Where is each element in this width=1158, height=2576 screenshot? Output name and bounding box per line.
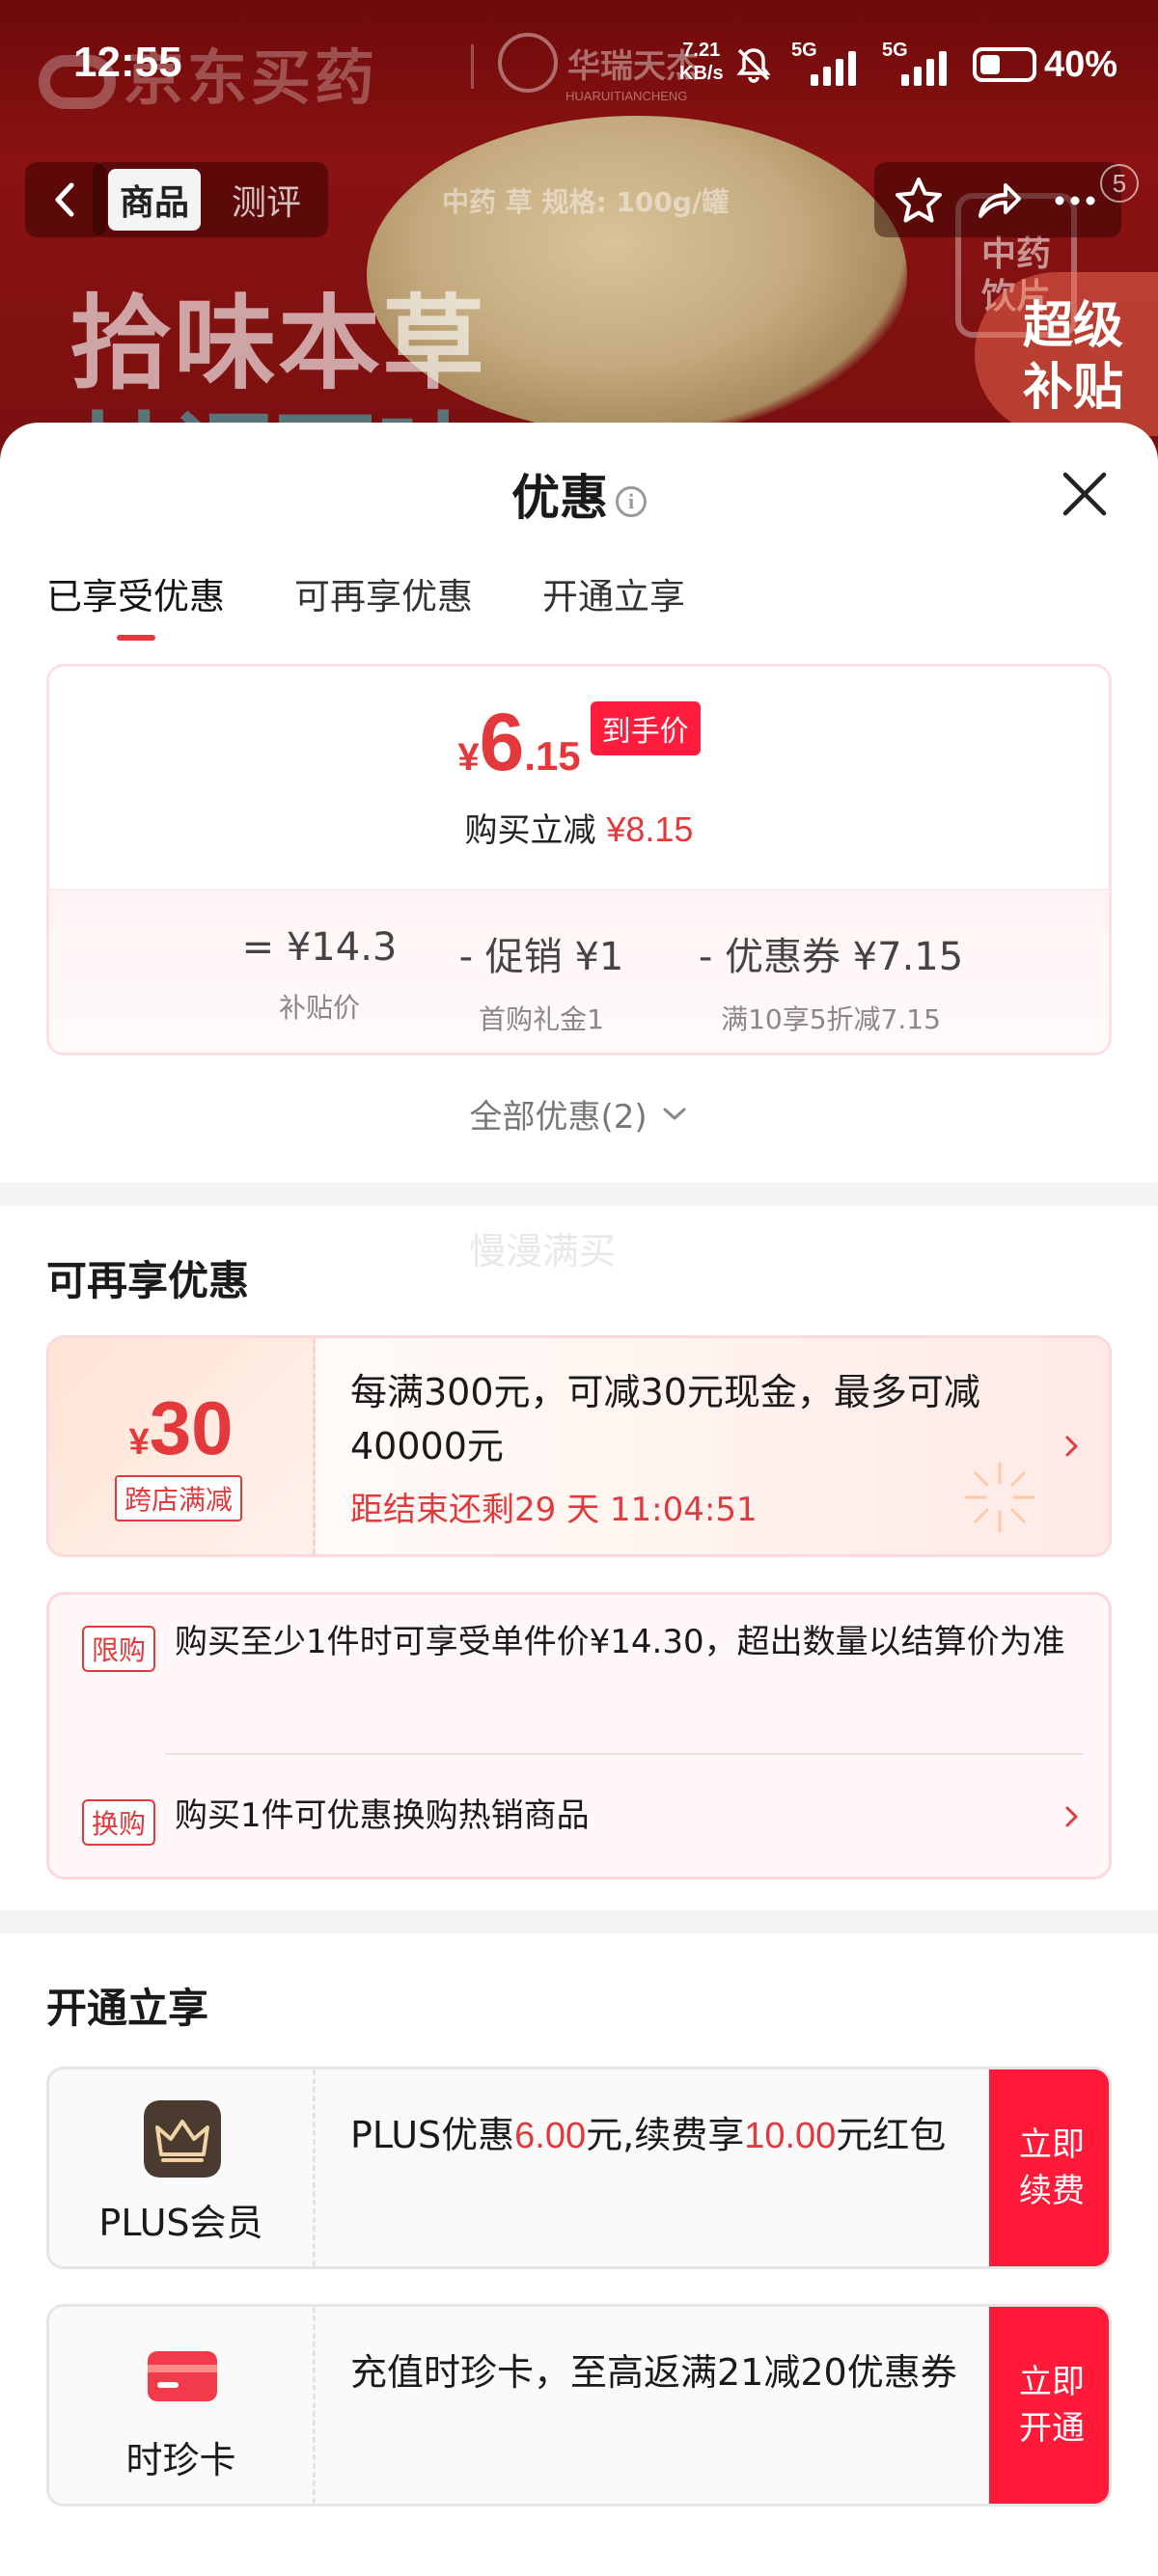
coupon-countdown: 距结束还剩29 天 11:04:51 <box>350 1491 758 1529</box>
plus-member-offer: PLUS会员 PLUS优惠6.00元,续费享10.00元红包 立即 续费 <box>46 2067 1112 2269</box>
price-integer: 6 <box>479 697 525 787</box>
promo-tabs: 已享受优惠 可再享优惠 开通立享 <box>46 567 685 641</box>
purchase-rules: 限购 购买至少1件时可享受单件价¥14.30，超出数量以结算价为准 换购 购买1… <box>46 1592 1112 1879</box>
net-speed: 7.21 KB/s <box>679 39 724 85</box>
plus-member-description: PLUS优惠6.00元,续费享10.00元红包 <box>350 2108 1006 2163</box>
coupon-currency: ¥ <box>128 1422 150 1463</box>
status-time: 12:55 <box>73 39 182 86</box>
all-promotions-toggle[interactable]: 全部优惠(2) <box>0 1090 1158 1137</box>
section-divider <box>0 1910 1158 1933</box>
cross-store-coupon[interactable]: ¥30 跨店满减 每满300元，可减30元现金，最多可减40000元 距结束还剩… <box>46 1335 1112 1557</box>
coupon-amount-value: 30 <box>149 1385 234 1470</box>
tab-product[interactable]: 商品 <box>108 169 202 231</box>
rules-divider <box>165 1753 1084 1755</box>
all-promotions-label: 全部优惠(2) <box>469 1098 648 1137</box>
promotions-sheet: 优惠 i 已享受优惠 可再享优惠 开通立享 ¥6.15到手价 购买立减 ¥8.15… <box>0 423 1158 2576</box>
info-icon[interactable]: i <box>616 486 647 517</box>
card-icon <box>148 2351 217 2401</box>
plus-desc-part-c: 元红包 <box>836 2114 947 2156</box>
plus-discount-amount: 6.00 <box>514 2116 587 2156</box>
status-icons: 5G 5G 40% <box>733 40 1117 89</box>
section-divider <box>0 1183 1158 1206</box>
sparkle-decoration <box>964 1462 1035 1533</box>
instant-discount-amount: ¥8.15 <box>606 809 694 849</box>
product-header-background: 京东买药 华瑞天杰 HUARUITIANCHENG 12:55 7.21 KB/s… <box>0 0 1158 463</box>
signal-1-icon: 5G <box>791 40 865 86</box>
product-tabs: 商品 测评 <box>93 162 329 237</box>
more-icon[interactable] <box>1048 174 1102 228</box>
shizhen-card-description: 充值时珍卡，至高返满21减20优惠券 <box>350 2351 957 2394</box>
battery-percent: 40% <box>1044 43 1118 85</box>
calc-subsidy-label: 补贴价 <box>278 992 360 1024</box>
plus-desc-part-b: 元,续费享 <box>586 2114 745 2156</box>
section-title-more: 可再享优惠 <box>46 1257 250 1304</box>
plus-desc-part-a: PLUS优惠 <box>350 2114 515 2156</box>
price-decimal: .15 <box>524 733 581 779</box>
net-speed-value: 7.21 <box>682 40 721 61</box>
price-breakdown: = ¥14.3 补贴价 - 促销 ¥1 首购礼金1 - 优惠券 ¥7.15 满1… <box>49 889 1109 1053</box>
calc-promotion-label: 首购礼金1 <box>479 1003 604 1035</box>
final-price-section: ¥6.15到手价 购买立减 ¥8.15 <box>49 667 1109 889</box>
battery-icon <box>973 47 1036 82</box>
sheet-title-text: 优惠 <box>511 470 608 526</box>
status-bar: 12:55 7.21 KB/s 5G 5G 40% <box>0 0 1158 131</box>
final-price-card: ¥6.15到手价 购买立减 ¥8.15 = ¥14.3 补贴价 - 促销 ¥1 … <box>46 664 1112 1055</box>
limit-purchase-text: 购买至少1件时可享受单件价¥14.30，超出数量以结算价为准 <box>175 1623 1065 1661</box>
nav-actions <box>874 162 1121 237</box>
tab-enjoyed[interactable]: 已享受优惠 <box>46 567 225 641</box>
chevron-right-icon <box>1065 1436 1078 1457</box>
coupon-amount: ¥30 <box>49 1384 313 1472</box>
net-speed-unit: KB/s <box>679 63 724 84</box>
shizhen-card-offer: 时珍卡 充值时珍卡，至高返满21减20优惠券 立即 开通 <box>46 2304 1112 2507</box>
open-now-button[interactable]: 立即 开通 <box>989 2307 1109 2504</box>
product-spec: 中药 草 规格: 100g/罐 <box>442 186 730 218</box>
calc-promotion-value: - 促销 ¥1 <box>458 935 624 979</box>
close-icon[interactable] <box>1056 465 1114 523</box>
tab-review[interactable]: 测评 <box>220 169 313 231</box>
section-title-open: 开通立享 <box>46 1985 209 2032</box>
sheet-title: 优惠 i <box>0 459 1158 529</box>
final-price-tag: 到手价 <box>590 701 701 755</box>
renew-now-button[interactable]: 立即 续费 <box>989 2069 1109 2266</box>
instant-discount-label: 购买立减 <box>464 811 596 850</box>
plus-member-panel: PLUS会员 <box>49 2069 316 2266</box>
signal-2-icon: 5G <box>882 40 955 86</box>
calc-coupon: - 优惠券 ¥7.15 满10享5折减7.15 <box>667 925 995 1037</box>
shizhen-card-panel: 时珍卡 <box>49 2307 316 2504</box>
trade-in-text[interactable]: 购买1件可优惠换购热销商品 <box>175 1790 1005 1842</box>
product-navbar: 中药 草 规格: 100g/罐 商品 测评 <box>0 158 1158 241</box>
message-count-badge: 5 <box>1100 164 1139 203</box>
super-subsidy-badge: 超级 补贴 <box>975 272 1158 436</box>
plus-red-packet-amount: 10.00 <box>744 2116 837 2156</box>
shizhen-card-name: 时珍卡 <box>125 2439 236 2481</box>
tab-open-enjoy[interactable]: 开通立享 <box>542 567 685 641</box>
coupon-value-panel: ¥30 跨店满减 <box>49 1338 316 1554</box>
plus-member-name: PLUS会员 <box>98 2202 263 2244</box>
chevron-right-icon[interactable] <box>1061 1805 1084 1828</box>
share-icon[interactable] <box>971 174 1025 228</box>
instant-discount: 购买立减 ¥8.15 <box>49 804 1109 851</box>
crown-icon <box>144 2100 221 2178</box>
final-price: ¥6.15到手价 <box>49 696 1109 789</box>
star-icon[interactable] <box>892 174 946 228</box>
coupon-type-badge: 跨店满减 <box>115 1475 243 1521</box>
mute-icon <box>733 44 774 85</box>
chevron-down-icon <box>663 1108 686 1120</box>
trade-in-tag: 换购 <box>82 1799 156 1846</box>
battery-indicator: 40% <box>973 44 1117 86</box>
calc-promotion: - 促销 ¥1 首购礼金1 <box>416 925 667 1037</box>
calc-coupon-value: - 优惠券 ¥7.15 <box>698 935 964 979</box>
currency-symbol: ¥ <box>457 736 480 779</box>
coupon-description: 每满300元，可减30元现金，最多可减40000元 <box>350 1371 980 1467</box>
price-calc-row: = ¥14.3 补贴价 - 促销 ¥1 首购礼金1 - 优惠券 ¥7.15 满1… <box>223 925 995 1037</box>
calc-coupon-label: 满10享5折减7.15 <box>721 1003 941 1035</box>
limit-purchase-tag: 限购 <box>82 1626 156 1672</box>
watermark-text: 慢漫满买 <box>469 1230 617 1273</box>
tab-more-available[interactable]: 可再享优惠 <box>294 567 473 641</box>
calc-subsidy-price: = ¥14.3 补贴价 <box>223 925 416 1037</box>
calc-subsidy-value: = ¥14.3 <box>241 925 398 970</box>
